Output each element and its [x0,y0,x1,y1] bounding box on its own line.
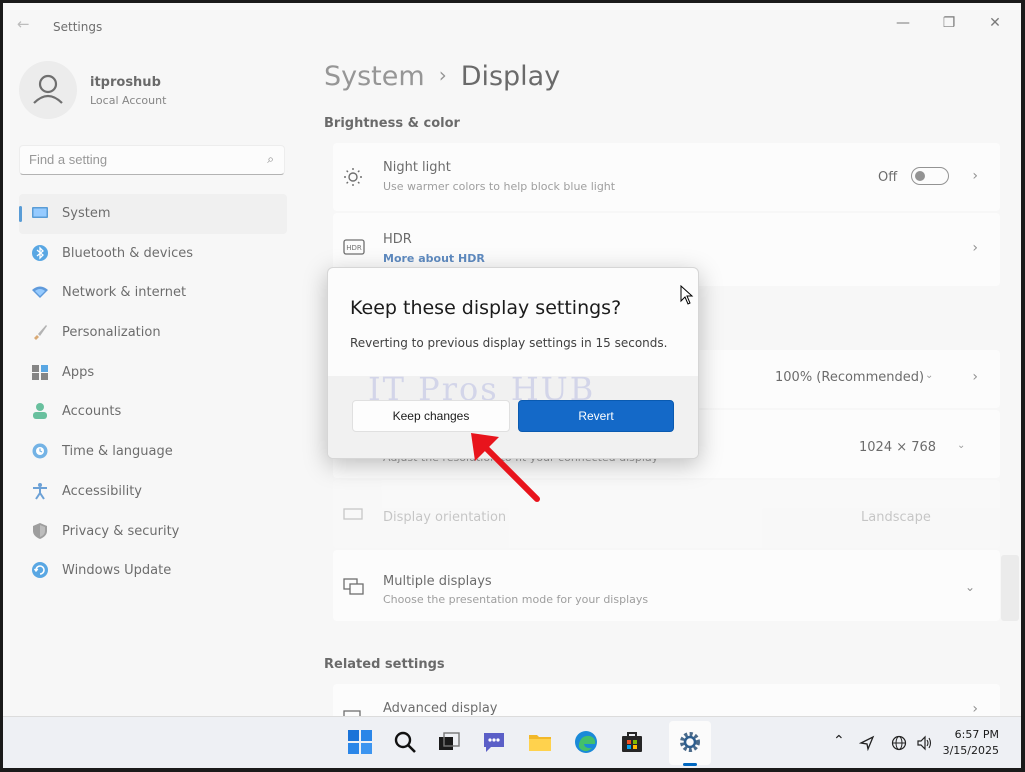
dialog-title: Keep these display settings? [350,297,622,319]
microsoft-store-icon[interactable] [619,729,645,755]
system-clock[interactable]: 6:57 PM 3/15/2025 [943,727,999,759]
task-view-icon[interactable] [436,729,462,755]
taskbar: ⌃ 6:57 PM 3/15/2025 [3,716,1021,768]
volume-icon[interactable] [916,735,934,751]
mouse-cursor-icon [680,285,694,305]
annotation-arrow-icon [471,433,540,502]
search-icon[interactable] [392,729,418,755]
teams-chat-icon[interactable] [481,729,507,755]
clock-time: 6:57 PM [954,728,999,741]
edge-browser-icon[interactable] [573,729,599,755]
network-globe-icon[interactable] [891,735,907,751]
location-icon[interactable] [859,735,875,751]
windows-start-icon[interactable] [347,729,373,755]
settings-gear-icon[interactable] [677,729,703,755]
settings-window: ← Settings — ❐ ✕ itproshub Local Account… [3,3,1021,768]
chevron-up-icon[interactable]: ⌃ [833,733,845,749]
dialog-message: Reverting to previous display settings i… [350,336,668,350]
taskbar-running-indicator [683,763,697,766]
file-explorer-icon[interactable] [527,729,553,755]
clock-date: 3/15/2025 [942,744,999,757]
